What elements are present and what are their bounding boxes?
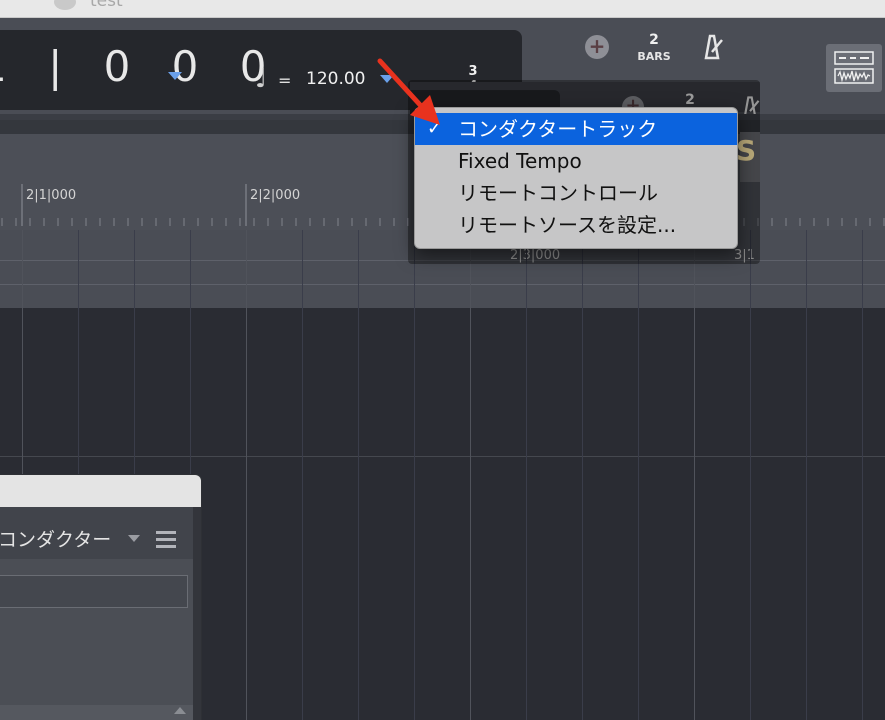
menu-item-fixed-tempo[interactable]: Fixed Tempo <box>415 145 737 177</box>
track-divider <box>0 456 885 457</box>
title-bar: test <box>0 0 885 18</box>
tempo-equals: = <box>278 71 292 90</box>
panel-title[interactable]: コンダクター <box>0 525 111 552</box>
lane-divider <box>0 284 885 285</box>
conductor-panel[interactable]: コンダクター <box>0 474 202 720</box>
grid-line <box>694 230 695 720</box>
menu-item-label: Fixed Tempo <box>458 149 582 173</box>
grid-line <box>582 230 583 720</box>
panel-scrollbar[interactable] <box>193 507 201 720</box>
bars-label: BARS <box>637 50 671 63</box>
chevron-down-icon[interactable] <box>128 535 140 542</box>
menu-item-label: リモートコントロール <box>458 181 658 205</box>
panel-title-bar[interactable] <box>0 475 201 507</box>
panel-input-field[interactable] <box>0 575 188 608</box>
tempo-value[interactable]: 120.00 <box>306 69 365 89</box>
panel-bottom-bar <box>0 705 193 720</box>
window-title: test <box>90 0 123 11</box>
grid-line <box>526 230 527 720</box>
grid-line <box>470 230 471 720</box>
mixer-view-button[interactable] <box>826 44 882 92</box>
menu-item-remote-control[interactable]: リモートコントロール <box>415 177 737 209</box>
menu-item-set-remote-source[interactable]: リモートソースを設定... <box>415 209 737 241</box>
grid-line <box>302 230 303 720</box>
counter-format-dropdown-icon[interactable] <box>168 72 182 80</box>
scroll-up-arrow-icon[interactable] <box>174 707 186 714</box>
grid-line <box>638 230 639 720</box>
grid-line <box>358 230 359 720</box>
grid-line <box>806 230 807 720</box>
menu-item-label: コンダクタートラック <box>458 117 658 141</box>
grid-line <box>750 230 751 720</box>
hamburger-menu-icon[interactable] <box>156 531 176 552</box>
bars-count[interactable]: 2 <box>634 32 674 48</box>
menu-item-label: リモートソースを設定... <box>458 213 677 237</box>
grid-line <box>246 230 247 720</box>
position-counter[interactable]: 1 | 0 0 0 <box>0 42 280 94</box>
quarter-note-icon: ♩ <box>255 64 268 94</box>
grid-line <box>862 230 863 720</box>
menu-item-conductor-track[interactable]: ✓ コンダクタートラック <box>415 113 737 145</box>
behind-fragment: S <box>736 132 760 182</box>
annotation-arrow-icon <box>377 58 440 125</box>
grid-line <box>414 230 415 720</box>
document-icon <box>54 0 76 10</box>
time-signature-top: 3 <box>468 64 478 79</box>
behind-fragment-text: S <box>736 134 757 167</box>
metronome-icon[interactable] <box>698 32 726 60</box>
tempo-source-menu[interactable]: ✓ コンダクタートラック Fixed Tempo リモートコントロール リモート… <box>414 107 738 249</box>
add-plus-icon[interactable]: + <box>585 35 609 59</box>
mixer-waveform-icon <box>834 51 874 84</box>
